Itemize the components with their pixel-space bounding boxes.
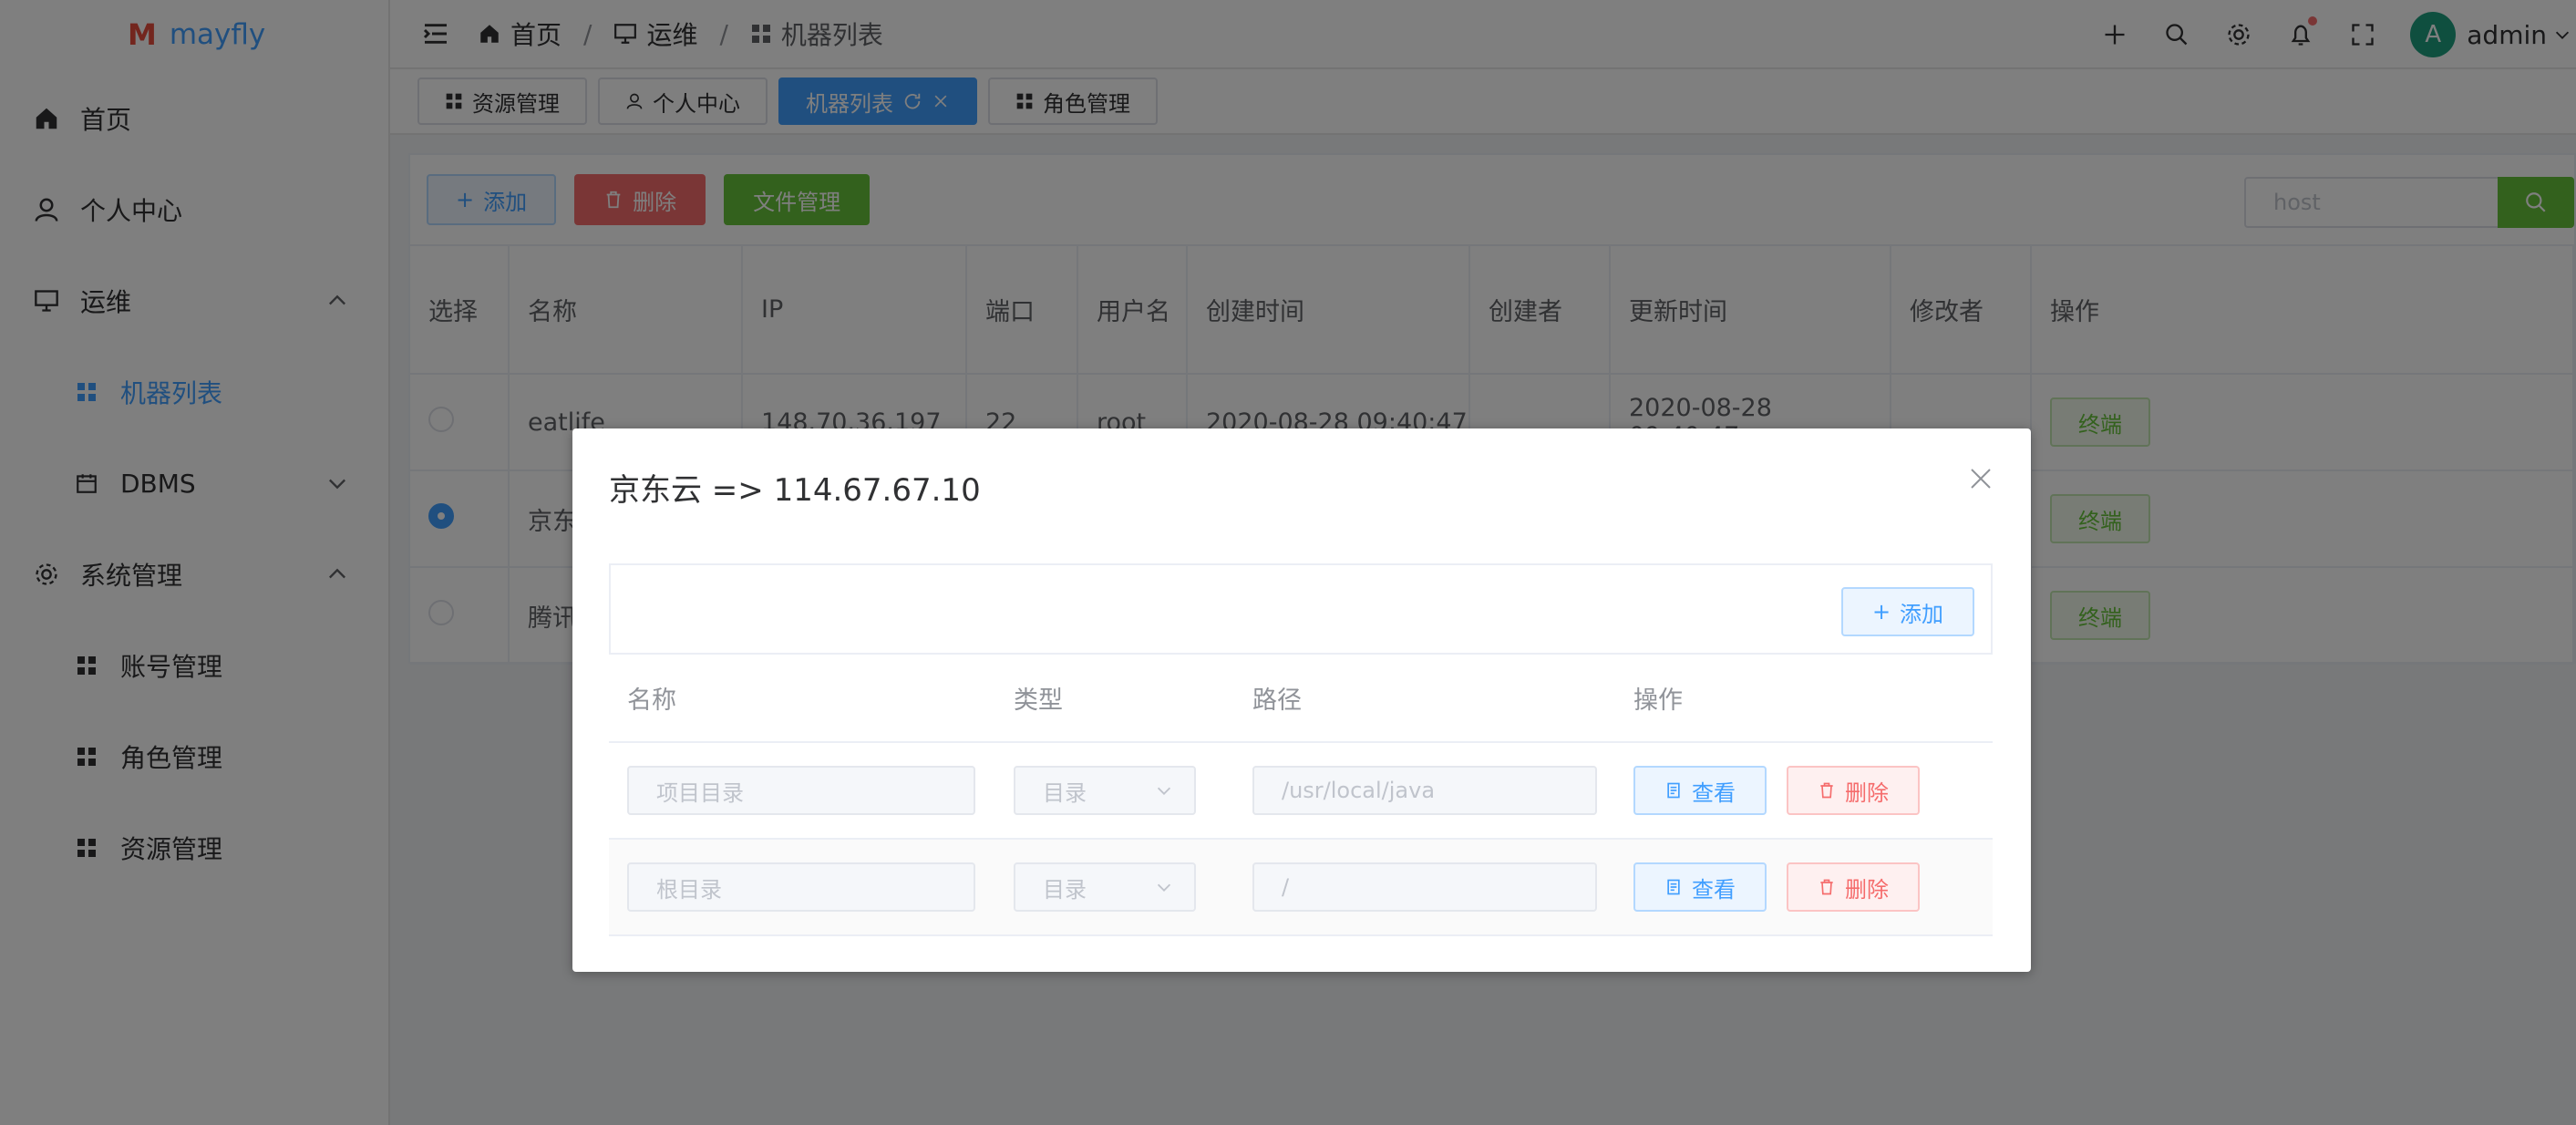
dialog-add-button[interactable]: + 添加 [1841,587,1974,636]
op-cell: 查看 删除 [1615,742,1993,840]
file-config-table: 名称 类型 路径 操作 项目目录 目录 /usr/local/java 查看 删… [609,655,1993,936]
view-button[interactable]: 查看 [1633,862,1767,912]
view-label: 查看 [1692,779,1736,806]
name-placeholder: 项目目录 [656,779,744,806]
name-input[interactable]: 根目录 [627,862,975,912]
delete-label: 删除 [1845,876,1889,903]
type-select[interactable]: 目录 [1014,862,1196,912]
chevron-down-icon [1157,787,1171,795]
name-placeholder: 根目录 [656,876,722,903]
table-row: 项目目录 目录 /usr/local/java 查看 删除 [609,742,1993,840]
path-value: /usr/local/java [1282,778,1436,803]
op-cell: 查看 删除 [1615,839,1993,936]
dialog-add-label: 添加 [1900,601,1944,627]
close-icon[interactable] [1967,465,1994,492]
file-config-dialog: 京东云 => 114.67.67.10 + 添加 名称 类型 路径 操作 项目目… [572,428,2031,972]
dialog-body: + 添加 名称 类型 路径 操作 项目目录 目录 /usr/local/java [609,563,1993,936]
path-cell: /usr/local/java [1234,742,1615,840]
type-cell: 目录 [995,742,1234,840]
path-input[interactable]: /usr/local/java [1252,766,1597,815]
table-header-row: 名称 类型 路径 操作 [609,655,1993,743]
table-row: 根目录 目录 / 查看 删除 [609,839,1993,936]
delete-label: 删除 [1845,779,1889,806]
type-value: 目录 [1043,876,1087,903]
name-input[interactable]: 项目目录 [627,766,975,815]
type-select[interactable]: 目录 [1014,766,1196,815]
view-label: 查看 [1692,876,1736,903]
path-cell: / [1234,839,1615,936]
col-header: 名称 [609,655,995,743]
dialog-toolbar: + 添加 [609,563,1993,655]
col-header: 操作 [1615,655,1993,743]
trash-icon [1820,879,1833,895]
col-header: 路径 [1234,655,1615,743]
document-icon [1667,879,1680,895]
path-input[interactable]: / [1252,862,1597,912]
trash-icon [1820,782,1833,799]
view-button[interactable]: 查看 [1633,766,1767,815]
col-header: 类型 [995,655,1234,743]
document-icon [1667,782,1680,799]
name-cell: 根目录 [609,839,995,936]
delete-row-button[interactable]: 删除 [1787,766,1920,815]
type-cell: 目录 [995,839,1234,936]
plus-icon: + [1871,599,1891,624]
dialog-title: 京东云 => 114.67.67.10 [609,472,981,509]
path-value: / [1282,874,1290,900]
delete-row-button[interactable]: 删除 [1787,862,1920,912]
name-cell: 项目目录 [609,742,995,840]
type-value: 目录 [1043,779,1087,806]
chevron-down-icon [1157,883,1171,892]
